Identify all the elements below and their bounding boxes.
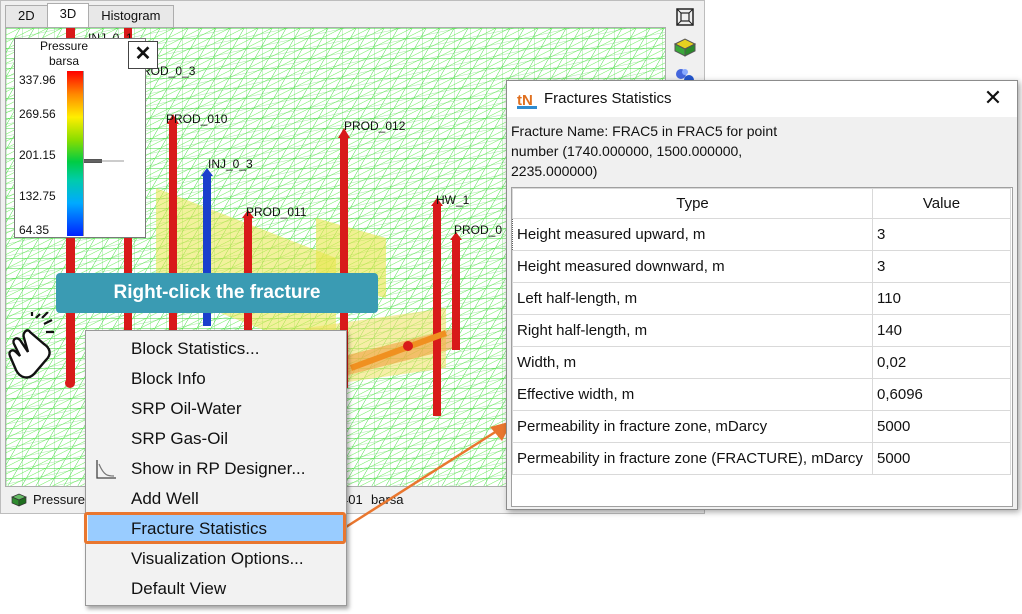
table-row[interactable]: Permeability in fracture zone, mDarcy 500… [512,410,1011,443]
cell-value[interactable]: 0,02 [872,346,1011,379]
rp-designer-icon [96,460,116,479]
well-label: INJ_0_3 [208,157,253,171]
table-row[interactable]: Height measured downward, m3 [512,250,1011,283]
legend-title-property: Pressure [39,39,89,53]
menu-item-block-info[interactable]: Block Info [88,364,344,394]
table-row[interactable]: Left half-length, m 110 [512,282,1011,315]
cell-value[interactable]: 5000 [872,410,1011,443]
legend-tick: 132.75 [19,189,56,203]
menu-item-label: Show in RP Designer... [131,459,306,478]
status-property: Pressure [33,492,86,507]
column-header-value[interactable]: Value [872,188,1011,219]
legend-tick: 269.56 [19,107,56,121]
cell-value[interactable]: 110 [872,282,1011,315]
menu-item-fracture-statistics[interactable]: Fracture Statistics [88,514,344,544]
cell-value[interactable]: 3 [872,218,1011,251]
menu-item-srp-gas-oil[interactable]: SRP Gas-Oil [88,424,344,454]
legend-close-icon[interactable]: ✕ [128,41,158,69]
context-menu: Block Statistics... Block Info SRP Oil-W… [85,330,347,606]
well-label: PROD_0 [454,223,502,237]
instruction-callout: Right-click the fracture [56,273,378,313]
menu-item-add-well[interactable]: Add Well [88,484,344,514]
property-cube-icon [11,493,27,507]
legend-tick: 64.35 [19,223,50,237]
cell-type[interactable]: Permeability in fracture zone, mDarcy [512,410,873,443]
legend-tick: 337.96 [19,73,56,87]
cell-type[interactable]: Width, m [512,346,873,379]
cell-type[interactable]: Permeability in fracture zone (FRACTURE)… [512,442,873,475]
legend-title-unit: barsa [48,54,80,68]
table-row[interactable]: Effective width, m 0,6096 [512,378,1011,411]
close-icon[interactable]: ✕ [979,85,1007,113]
cell-type[interactable]: Effective width, m [512,378,873,411]
table-row[interactable]: Width, m 0,02 [512,346,1011,379]
statistics-table[interactable]: Type Value Height measured upward, m 3 Hei… [511,187,1013,507]
tnavigator-logo-icon: tN [517,92,537,109]
table-row[interactable]: Right half-length, m 140 [512,314,1011,347]
menu-item-block-statistics[interactable]: Block Statistics... [88,334,344,364]
legend-color-bar [67,71,83,236]
well-label: HW_1 [436,193,470,207]
menu-item-visualization-options[interactable]: Visualization Options... [88,544,344,574]
grid-blocks-icon[interactable] [672,35,698,59]
cell-type[interactable]: Height measured upward, m [512,218,873,251]
view-toolbar [669,5,701,89]
cell-value[interactable]: 0,6096 [872,378,1011,411]
fracture-name-text: Fracture Name: FRAC5 in FRAC5 for point … [511,123,778,179]
menu-item-default-view[interactable]: Default View [88,574,344,604]
well-label: PROD_011 [246,205,307,219]
table-row[interactable]: Height measured upward, m3 [512,218,1011,251]
tab-histogram[interactable]: Histogram [88,5,174,27]
menu-item-show-in-rp-designer[interactable]: Show in RP Designer... [88,454,344,484]
dialog-titlebar: tN Fractures Statistics ✕ [507,81,1017,117]
legend-histogram [83,71,145,236]
menu-item-srp-oil-water[interactable]: SRP Oil-Water [88,394,344,424]
right-click-hand-icon [8,312,54,379]
view-tabs: 2D 3D Histogram [5,3,174,27]
column-header-type[interactable]: Type [512,188,873,219]
fit-view-icon[interactable] [672,5,698,29]
tab-3d[interactable]: 3D [46,3,90,27]
cell-type[interactable]: Right half-length, m [512,314,873,347]
well-marker [403,341,413,351]
pressure-legend: Pressure barsa ✕ 337.96 269.56 201.15 13… [14,38,158,238]
pointer-arrow [345,421,512,529]
well-label: PROD_010 [166,112,228,126]
legend-title: Pressure barsa [15,39,113,69]
table-row[interactable]: Permeability in fracture zone (FRACTURE)… [512,442,1011,475]
legend-tick: 201.15 [19,148,56,162]
table-header-row: Type Value [512,188,1011,219]
well-label: PROD_012 [344,119,406,133]
cell-value[interactable]: 140 [872,314,1011,347]
cell-value[interactable]: 5000 [872,442,1011,475]
cell-type[interactable]: Left half-length, m [512,282,873,315]
tab-2d[interactable]: 2D [5,5,48,27]
cell-type[interactable]: Height measured downward, m [512,250,873,283]
dialog-title: Fractures Statistics [544,90,672,107]
fractures-statistics-dialog: tN Fractures Statistics ✕ Fracture Name:… [506,80,1018,510]
cell-value[interactable]: 3 [872,250,1011,283]
